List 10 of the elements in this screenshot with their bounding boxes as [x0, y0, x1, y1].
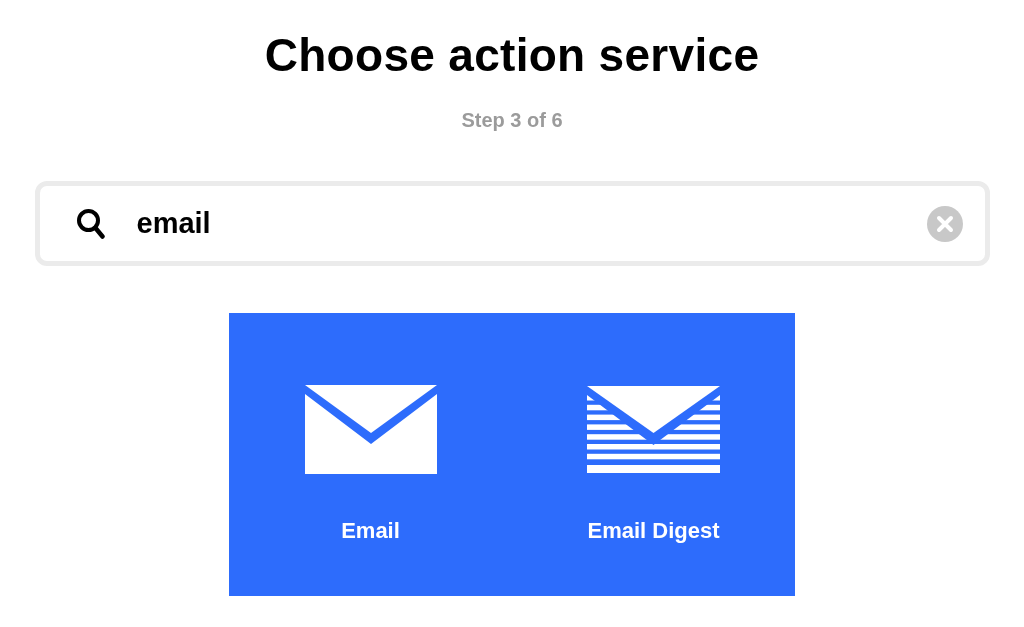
clear-icon[interactable]: [926, 205, 963, 242]
page-title: Choose action service: [264, 28, 760, 83]
service-tile[interactable]: Email Digest: [512, 313, 795, 596]
search-icon: [76, 208, 105, 239]
service-tile[interactable]: Email: [229, 313, 512, 596]
striped-envelope-icon: [587, 386, 720, 473]
envelope-icon: [304, 385, 437, 474]
step-indicator: Step 3 of 6: [461, 108, 563, 133]
search-input[interactable]: email: [136, 203, 911, 244]
search-field[interactable]: email: [34, 181, 990, 266]
